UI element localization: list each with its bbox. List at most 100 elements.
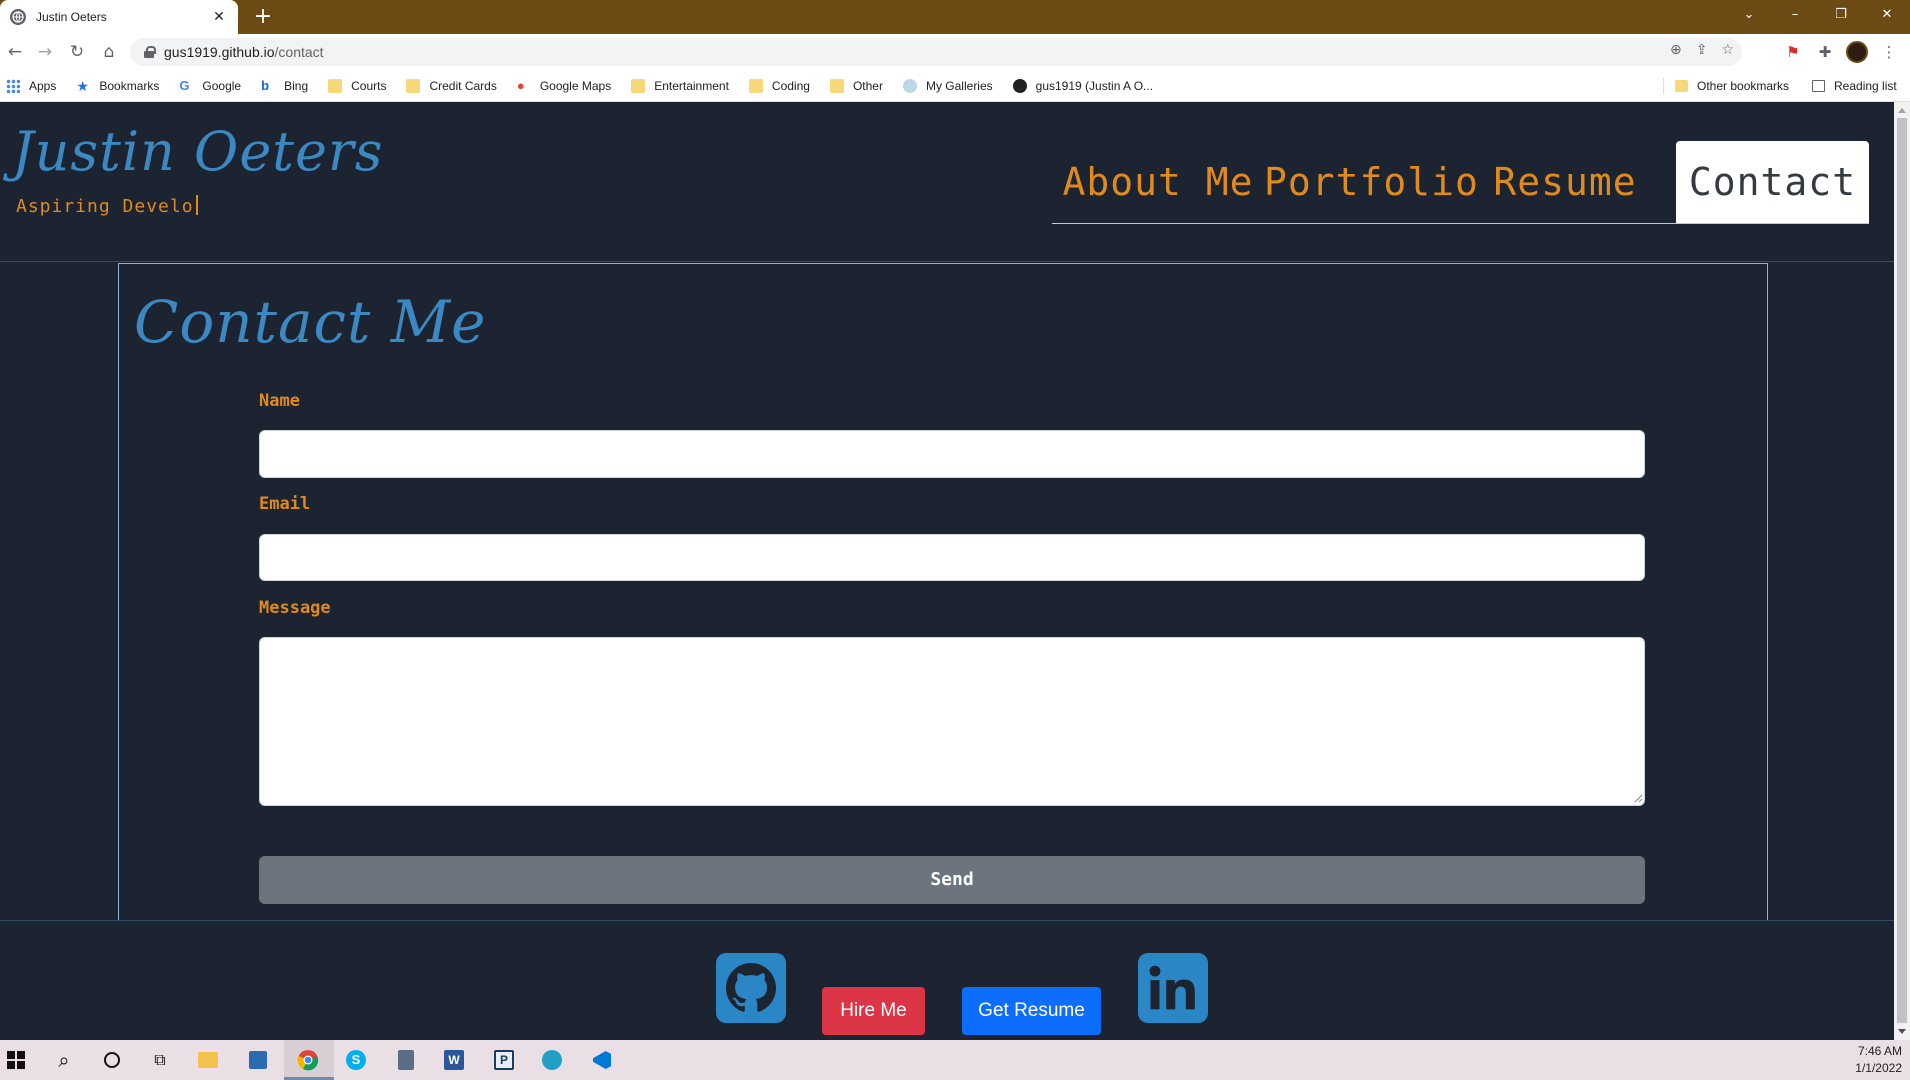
forward-button[interactable]: → xyxy=(32,40,58,64)
system-clock[interactable]: 7:46 AM 1/1/2022 xyxy=(1855,1043,1902,1077)
clock-date: 1/1/2022 xyxy=(1855,1061,1902,1075)
message-field[interactable] xyxy=(259,637,1645,806)
close-window-button[interactable]: ✕ xyxy=(1864,0,1910,30)
search-icon[interactable]: ⌕ xyxy=(52,1048,76,1072)
resize-grip-icon[interactable] xyxy=(1633,793,1643,803)
calculator-icon[interactable] xyxy=(394,1048,418,1072)
linkedin-link[interactable] xyxy=(1138,953,1208,1023)
url-host: gus1919.github.io xyxy=(164,44,275,60)
email-field[interactable] xyxy=(259,534,1645,581)
home-icon[interactable]: ⌂ xyxy=(96,40,122,64)
bookmark-apps[interactable]: Apps xyxy=(6,78,57,93)
profile-avatar[interactable] xyxy=(1846,41,1868,63)
name-label: Name xyxy=(259,391,300,411)
tagline-text: Aspiring Develo xyxy=(16,196,194,217)
bookmark-label: Courts xyxy=(351,78,387,93)
bookmark-bing[interactable]: b Bing xyxy=(261,77,308,93)
nav-resume[interactable]: Resume xyxy=(1478,141,1652,223)
chrome-icon[interactable] xyxy=(296,1048,320,1072)
send-button[interactable]: Send xyxy=(259,856,1645,904)
menu-dots-icon[interactable]: ⋮ xyxy=(1876,40,1902,64)
page-scrollbar[interactable] xyxy=(1894,102,1910,1040)
globe-icon xyxy=(10,9,26,25)
address-bar[interactable]: gus1919.github.io/contact ⊕ ⇪ ☆ xyxy=(130,38,1742,66)
bookmark-star-icon[interactable]: ☆ xyxy=(1721,42,1734,58)
extension-icon[interactable]: ⚑ xyxy=(1780,40,1806,64)
nav-portfolio[interactable]: Portfolio xyxy=(1264,141,1478,223)
word-icon[interactable]: W xyxy=(442,1048,466,1072)
file-explorer-icon[interactable] xyxy=(196,1048,220,1072)
folder-icon xyxy=(631,78,646,93)
extensions-puzzle-icon[interactable]: ✚ xyxy=(1812,40,1838,64)
github-link[interactable] xyxy=(716,953,786,1023)
url-path: /contact xyxy=(274,44,324,60)
hire-me-button[interactable]: Hire Me xyxy=(822,987,925,1035)
bookmark-bookmarks[interactable]: ★ Bookmarks xyxy=(76,79,159,93)
browser-title-bar: Justin Oeters ✕ + ⌄ – ❐ ✕ xyxy=(0,0,1910,34)
cortana-icon[interactable] xyxy=(100,1048,124,1072)
scroll-down-icon[interactable] xyxy=(1898,1029,1906,1034)
bookmark-other[interactable]: Other xyxy=(829,78,883,93)
lock-icon xyxy=(144,46,156,58)
bookmark-label: Apps xyxy=(29,78,57,93)
windows-taskbar: ⌕ ⧉ S W P 7:46 AM 1/1/2022 xyxy=(0,1040,1910,1080)
windows-start-icon[interactable] xyxy=(4,1048,28,1072)
reload-button[interactable]: ↻ xyxy=(64,40,90,64)
publisher-icon[interactable]: P xyxy=(492,1048,516,1072)
email-label: Email xyxy=(259,494,311,514)
nav-contact[interactable]: Contact xyxy=(1676,141,1869,223)
name-field[interactable] xyxy=(259,430,1645,478)
page-viewport: Justin Oeters Aspiring Develo About Me P… xyxy=(0,102,1894,1040)
bookmark-courts[interactable]: Courts xyxy=(328,78,387,93)
site-name[interactable]: Justin Oeters xyxy=(12,120,383,183)
header-divider xyxy=(0,261,1894,262)
bookmark-google[interactable]: G Google xyxy=(179,77,241,93)
bookmarks-bar: Apps ★ Bookmarks G Google b Bing Courts … xyxy=(0,70,1910,102)
vscode-icon[interactable] xyxy=(590,1048,614,1072)
tab-search-icon[interactable]: ⌄ xyxy=(1726,0,1772,30)
store-icon[interactable] xyxy=(246,1048,270,1072)
bookmark-credit-cards[interactable]: Credit Cards xyxy=(406,78,497,93)
star-icon: ★ xyxy=(76,77,89,94)
bookmark-label: Other xyxy=(852,78,883,93)
clock-time: 7:46 AM xyxy=(1857,1044,1902,1058)
folder-icon xyxy=(748,78,763,93)
bookmark-my-galleries[interactable]: My Galleries xyxy=(902,78,993,93)
task-view-icon[interactable]: ⧉ xyxy=(148,1048,172,1072)
bookmark-google-maps[interactable]: ● Google Maps xyxy=(516,77,611,93)
bing-icon: b xyxy=(261,77,270,93)
bookmark-label: Credit Cards xyxy=(429,78,497,93)
skype-icon[interactable]: S xyxy=(344,1048,368,1072)
share-icon[interactable]: ⇪ xyxy=(1696,42,1708,58)
bookmark-coding[interactable]: Coding xyxy=(748,78,810,93)
bookmark-entertainment[interactable]: Entertainment xyxy=(631,78,729,93)
close-tab-icon[interactable]: ✕ xyxy=(210,9,228,25)
tab-title: Justin Oeters xyxy=(36,10,107,24)
nav-about-me[interactable]: About Me xyxy=(1052,141,1264,223)
new-tab-button[interactable]: + xyxy=(250,4,276,30)
browser-tab[interactable]: Justin Oeters ✕ xyxy=(0,0,238,34)
other-bookmarks[interactable]: Other bookmarks xyxy=(1675,70,1789,102)
scroll-up-icon[interactable] xyxy=(1898,108,1906,113)
browser-toolbar: ← → ↻ ⌂ gus1919.github.io/contact ⊕ ⇪ ☆ … xyxy=(0,34,1910,70)
scroll-thumb[interactable] xyxy=(1897,118,1907,1023)
apps-grid-icon xyxy=(6,78,20,93)
gallery-icon xyxy=(902,78,917,93)
reading-list[interactable]: Reading list xyxy=(1812,70,1897,102)
map-pin-icon: ● xyxy=(516,77,525,93)
typing-cursor xyxy=(195,195,198,215)
url-text: gus1919.github.io/contact xyxy=(164,44,324,60)
bookmark-github[interactable]: gus1919 (Justin A O... xyxy=(1012,78,1153,93)
other-bookmarks-label: Other bookmarks xyxy=(1697,79,1790,93)
minimize-button[interactable]: – xyxy=(1772,0,1818,30)
get-resume-button[interactable]: Get Resume xyxy=(962,987,1101,1035)
github-icon xyxy=(1012,78,1027,93)
zoom-icon[interactable]: ⊕ xyxy=(1670,42,1682,58)
omnibox-actions: ⊕ ⇪ ☆ xyxy=(1670,42,1734,58)
contact-title: Contact Me xyxy=(134,288,487,356)
footer-divider xyxy=(0,920,1894,921)
edge-icon[interactable] xyxy=(540,1048,564,1072)
restore-button[interactable]: ❐ xyxy=(1818,0,1864,30)
google-icon: G xyxy=(179,77,190,93)
back-button[interactable]: ← xyxy=(2,40,28,64)
